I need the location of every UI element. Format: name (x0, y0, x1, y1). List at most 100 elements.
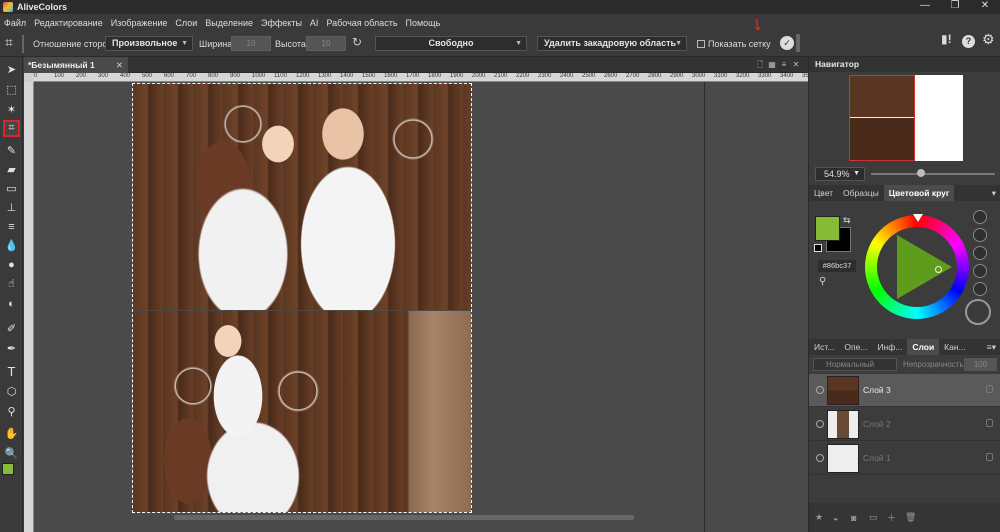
menu-effects[interactable]: Эффекты (261, 18, 302, 28)
menu-help[interactable]: Помощь (406, 18, 441, 28)
dodge-tool-icon[interactable]: ● (3, 256, 20, 273)
pen-tool-icon[interactable]: ✒ (3, 340, 20, 357)
visibility-eye-icon[interactable] (816, 454, 824, 462)
wheel-mode-button-1[interactable] (973, 210, 987, 224)
adjustment-icon[interactable]: ◒ (833, 513, 847, 523)
opacity-field[interactable]: 100 (964, 358, 997, 371)
tab-channels[interactable]: Кан... (939, 339, 970, 355)
wheel-mode-button-4[interactable] (973, 264, 987, 278)
minimize-button[interactable]: — (910, 0, 940, 14)
tab-history[interactable]: Ист... (809, 339, 839, 355)
wheel-mode-button-2[interactable] (973, 228, 987, 242)
shape-tool-icon[interactable]: ⬡ (3, 383, 20, 400)
blur-tool-icon[interactable]: 💧 (3, 237, 20, 254)
gradient-tool-icon[interactable]: ▭ (3, 180, 20, 197)
delete-cropped-dropdown[interactable]: Удалить закадровую область ▼ (537, 36, 687, 51)
close-all-icon[interactable]: ✕ (790, 59, 802, 71)
lock-icon[interactable] (986, 385, 993, 393)
grid-view-icon[interactable]: ▦ (766, 59, 778, 71)
layer-row[interactable]: Слой 1 (809, 442, 1000, 475)
hand-tool-icon[interactable]: ✋ (3, 425, 20, 442)
menu-workspace[interactable]: Рабочая область (326, 18, 397, 28)
close-button[interactable]: ✕ (970, 0, 1000, 14)
color-picker-marker[interactable] (935, 266, 942, 273)
visibility-eye-icon[interactable] (816, 386, 824, 394)
tab-color[interactable]: Цвет (809, 185, 838, 201)
lock-icon[interactable] (986, 453, 993, 461)
foreground-color-swatch[interactable] (2, 463, 14, 475)
wheel-mode-button-5[interactable] (973, 282, 987, 296)
visibility-eye-icon[interactable] (816, 420, 824, 428)
saturation-triangle[interactable] (897, 235, 952, 299)
show-grid-checkbox[interactable] (697, 40, 705, 48)
list-menu-icon[interactable]: ≡ (778, 59, 790, 71)
tab-info[interactable]: Инф... (872, 339, 907, 355)
tab-layers[interactable]: Слои (907, 339, 940, 355)
height-field[interactable]: 10 (306, 36, 346, 51)
text-tool-icon[interactable]: T (3, 363, 20, 380)
wheel-shape-button[interactable] (965, 299, 991, 325)
eraser-tool-icon[interactable]: ▰ (3, 161, 20, 178)
tab-color-wheel[interactable]: Цветовой круг (883, 185, 955, 201)
zoom-slider[interactable] (871, 173, 995, 175)
mask-icon[interactable]: ◙ (851, 513, 865, 523)
layer-row[interactable]: Слой 3 (809, 374, 1000, 407)
effects-icon[interactable]: ★ (815, 512, 829, 523)
tab-swatches[interactable]: Образцы (838, 185, 884, 201)
brush-tool-icon[interactable]: ✎ (3, 142, 20, 159)
horizontal-ruler: 0 100 200 300 400 500 600 700 800 900 10… (34, 73, 808, 82)
hex-value-field[interactable]: #86bc37 (818, 260, 856, 272)
rect-select-tool-icon[interactable]: ⬚ (3, 81, 20, 98)
wheel-mode-button-3[interactable] (973, 246, 987, 260)
menu-image[interactable]: Изображение (111, 18, 168, 28)
layer-row[interactable]: Слой 2 (809, 408, 1000, 441)
group-icon[interactable]: ▭ (869, 512, 883, 523)
maximize-button[interactable]: ❐ (940, 0, 970, 14)
zoom-slider-handle[interactable] (917, 169, 925, 177)
smudge-tool-icon[interactable]: ☝ (3, 275, 20, 292)
pencil-tool-icon[interactable]: ✐ (3, 320, 20, 337)
lock-icon[interactable] (986, 419, 993, 427)
stamp-tool-icon[interactable]: ⊥ (3, 199, 20, 216)
eyedropper-tool-icon[interactable]: ⚲ (3, 403, 20, 420)
foreground-color-box[interactable] (815, 216, 840, 241)
swap-dimensions-icon[interactable]: ↻ (352, 35, 362, 49)
menu-ai[interactable]: AI (310, 18, 319, 28)
reset-colors-icon[interactable] (814, 244, 822, 252)
navigator-view-rect[interactable] (849, 75, 915, 161)
tab-operations[interactable]: Опе... (839, 339, 872, 355)
horizontal-scrollbar[interactable] (174, 515, 634, 520)
document-tab[interactable]: *Безымянный 1 ✕ (24, 57, 128, 73)
apply-menu-button[interactable] (796, 34, 800, 52)
help-icon[interactable]: ? (962, 35, 975, 48)
settings-gear-icon[interactable]: ⚙ (982, 32, 995, 46)
delete-layer-icon[interactable]: 🗑 (905, 512, 919, 523)
aspect-dropdown[interactable]: Произвольное ▼ (105, 36, 193, 51)
mode-dropdown[interactable]: Свободно ▼ (375, 36, 527, 51)
notifications-icon[interactable]: ▮! (941, 32, 952, 46)
heal-tool-icon[interactable]: ≡ (3, 218, 20, 235)
eyedropper-icon[interactable]: ⚲ (819, 276, 826, 287)
width-field[interactable]: 10 (231, 36, 271, 51)
navigator-preview[interactable] (849, 75, 963, 161)
zoom-tool-icon[interactable]: 🔍 (3, 445, 20, 462)
zoom-dropdown[interactable]: 54.9% ▼ (815, 167, 865, 181)
crop-canvas[interactable] (132, 83, 472, 513)
magic-wand-tool-icon[interactable]: ✶ (3, 101, 20, 118)
menu-file[interactable]: Файл (4, 18, 26, 28)
menu-edit[interactable]: Редактирование (34, 18, 103, 28)
pattern-tool-icon[interactable]: ◐ (3, 295, 20, 312)
menu-select[interactable]: Выделение (205, 18, 253, 28)
close-tab-icon[interactable]: ✕ (116, 57, 123, 73)
swap-colors-icon[interactable]: ⇆ (843, 215, 851, 226)
crop-tool-icon[interactable]: ⌗ (3, 120, 20, 137)
move-tool-icon[interactable]: ➤ (3, 61, 20, 78)
hue-marker[interactable] (913, 214, 923, 222)
new-document-icon[interactable]: 🗋 (754, 59, 766, 71)
new-layer-icon[interactable]: ＋ (887, 511, 901, 524)
menu-layers[interactable]: Слои (175, 18, 197, 28)
blend-mode-dropdown[interactable]: Нормальный (813, 358, 897, 371)
panel-menu-icon[interactable]: ▾ (987, 185, 1000, 201)
apply-crop-button[interactable]: ✓ (780, 36, 794, 50)
panel-menu-icon[interactable]: ≡▾ (982, 339, 1000, 355)
